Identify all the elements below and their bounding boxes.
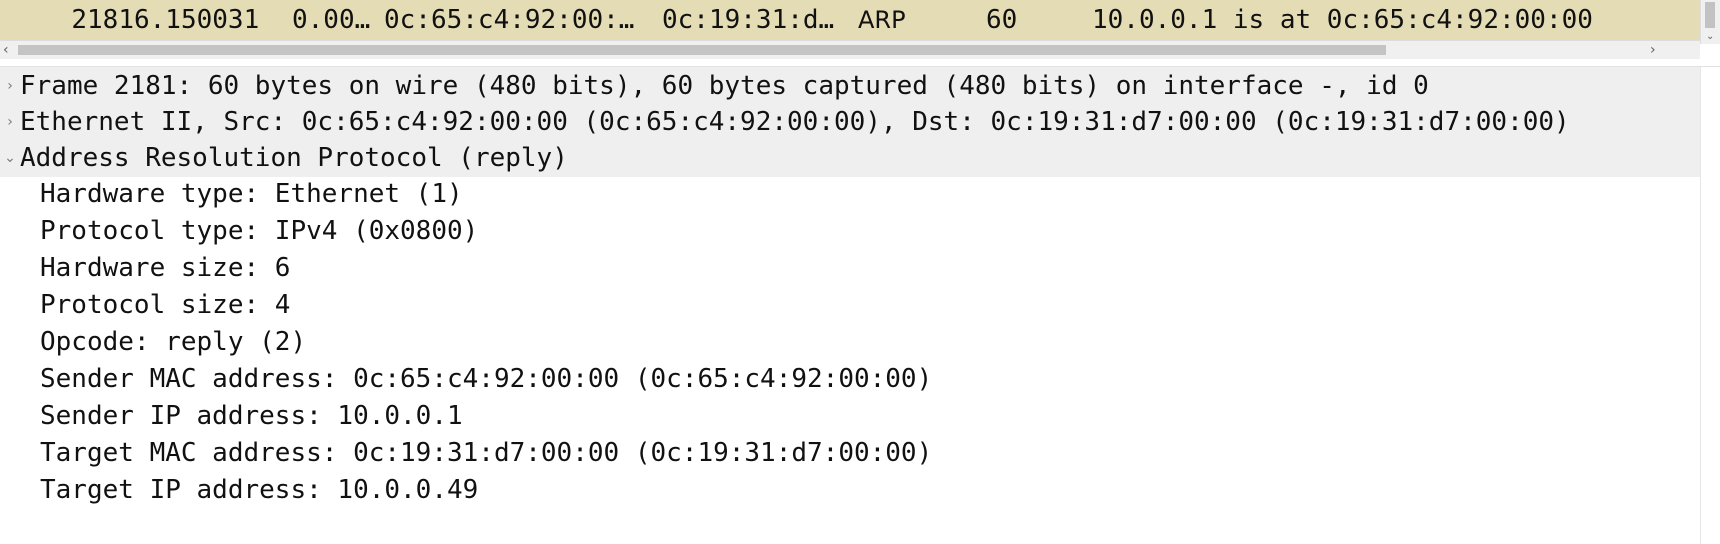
arp-field-protocol-size[interactable]: Protocol size: 4: [0, 286, 1700, 324]
tree-item-ethernet-label: Ethernet II, Src: 0c:65:c4:92:00:00 (0c:…: [20, 107, 1570, 137]
collapse-arrow-icon[interactable]: ⌄: [3, 139, 17, 177]
packet-list-horizontal-scrollbar[interactable]: ‹ ›: [0, 40, 1700, 60]
packet-destination-2: 0c:19:31:d…: [662, 5, 835, 35]
packet-destination: 0c:65:c4:92:00:…: [384, 5, 635, 35]
packet-length: 60: [986, 5, 1018, 35]
packet-details-tree: › Frame 2181: 60 bytes on wire (480 bits…: [0, 67, 1700, 544]
packet-list: 2181 6.150031 0.00… 0c:65:c4:92:00:… 0c:…: [0, 0, 1700, 40]
arp-field-label: Target IP address: 10.0.0.49: [40, 475, 479, 505]
vertical-scroll-thumb[interactable]: [1705, 2, 1715, 28]
tree-item-arp-label: Address Resolution Protocol (reply): [20, 143, 568, 173]
pane-splitter[interactable]: [0, 59, 1720, 67]
arp-field-hardware-size[interactable]: Hardware size: 6: [0, 249, 1700, 287]
arp-field-sender-ip[interactable]: Sender IP address: 10.0.0.1: [0, 397, 1700, 435]
tree-item-frame-label: Frame 2181: 60 bytes on wire (480 bits),…: [20, 71, 1429, 101]
tree-item-ethernet[interactable]: › Ethernet II, Src: 0c:65:c4:92:00:00 (0…: [0, 103, 1700, 141]
scroll-left-icon[interactable]: ‹: [3, 41, 9, 59]
arp-field-label: Target MAC address: 0c:19:31:d7:00:00 (0…: [40, 438, 933, 468]
arp-field-label: Opcode: reply (2): [40, 327, 307, 357]
packet-row-selected[interactable]: 2181 6.150031 0.00… 0c:65:c4:92:00:… 0c:…: [0, 0, 1700, 40]
packet-protocol: ARP: [858, 6, 906, 34]
arp-field-label: Hardware type: Ethernet (1): [40, 179, 463, 209]
scroll-down-icon[interactable]: ⌄: [1706, 31, 1714, 42]
packet-details-vertical-scrollbar[interactable]: [1700, 67, 1720, 544]
packet-source: 0.00…: [292, 5, 371, 35]
horizontal-scroll-thumb[interactable]: [18, 45, 1386, 55]
expand-arrow-icon[interactable]: ›: [3, 103, 17, 141]
arp-field-sender-mac[interactable]: Sender MAC address: 0c:65:c4:92:00:00 (0…: [0, 360, 1700, 398]
arp-field-protocol-type[interactable]: Protocol type: IPv4 (0x0800): [0, 212, 1700, 250]
expand-arrow-icon[interactable]: ›: [3, 67, 17, 105]
packet-time: 6.150031: [134, 5, 260, 35]
tree-item-arp[interactable]: ⌄ Address Resolution Protocol (reply): [0, 139, 1700, 177]
packet-info: 10.0.0.1 is at 0c:65:c4:92:00:00: [1092, 5, 1593, 35]
scroll-right-icon[interactable]: ›: [1650, 41, 1656, 59]
arp-field-label: Hardware size: 6: [40, 253, 291, 283]
arp-field-label: Sender MAC address: 0c:65:c4:92:00:00 (0…: [40, 364, 933, 394]
wireshark-window: 2181 6.150031 0.00… 0c:65:c4:92:00:… 0c:…: [0, 0, 1720, 544]
tree-item-frame[interactable]: › Frame 2181: 60 bytes on wire (480 bits…: [0, 67, 1700, 105]
arp-field-opcode[interactable]: Opcode: reply (2): [0, 323, 1700, 361]
packet-no: 2181: [71, 5, 134, 35]
arp-field-label: Protocol size: 4: [40, 290, 291, 320]
arp-field-target-mac[interactable]: Target MAC address: 0c:19:31:d7:00:00 (0…: [0, 434, 1700, 472]
arp-field-label: Sender IP address: 10.0.0.1: [40, 401, 463, 431]
arp-field-hardware-type[interactable]: Hardware type: Ethernet (1): [0, 175, 1700, 213]
arp-field-label: Protocol type: IPv4 (0x0800): [40, 216, 479, 246]
arp-field-target-ip[interactable]: Target IP address: 10.0.0.49: [0, 471, 1700, 509]
packet-list-vertical-scrollbar[interactable]: ⌄: [1700, 0, 1720, 44]
